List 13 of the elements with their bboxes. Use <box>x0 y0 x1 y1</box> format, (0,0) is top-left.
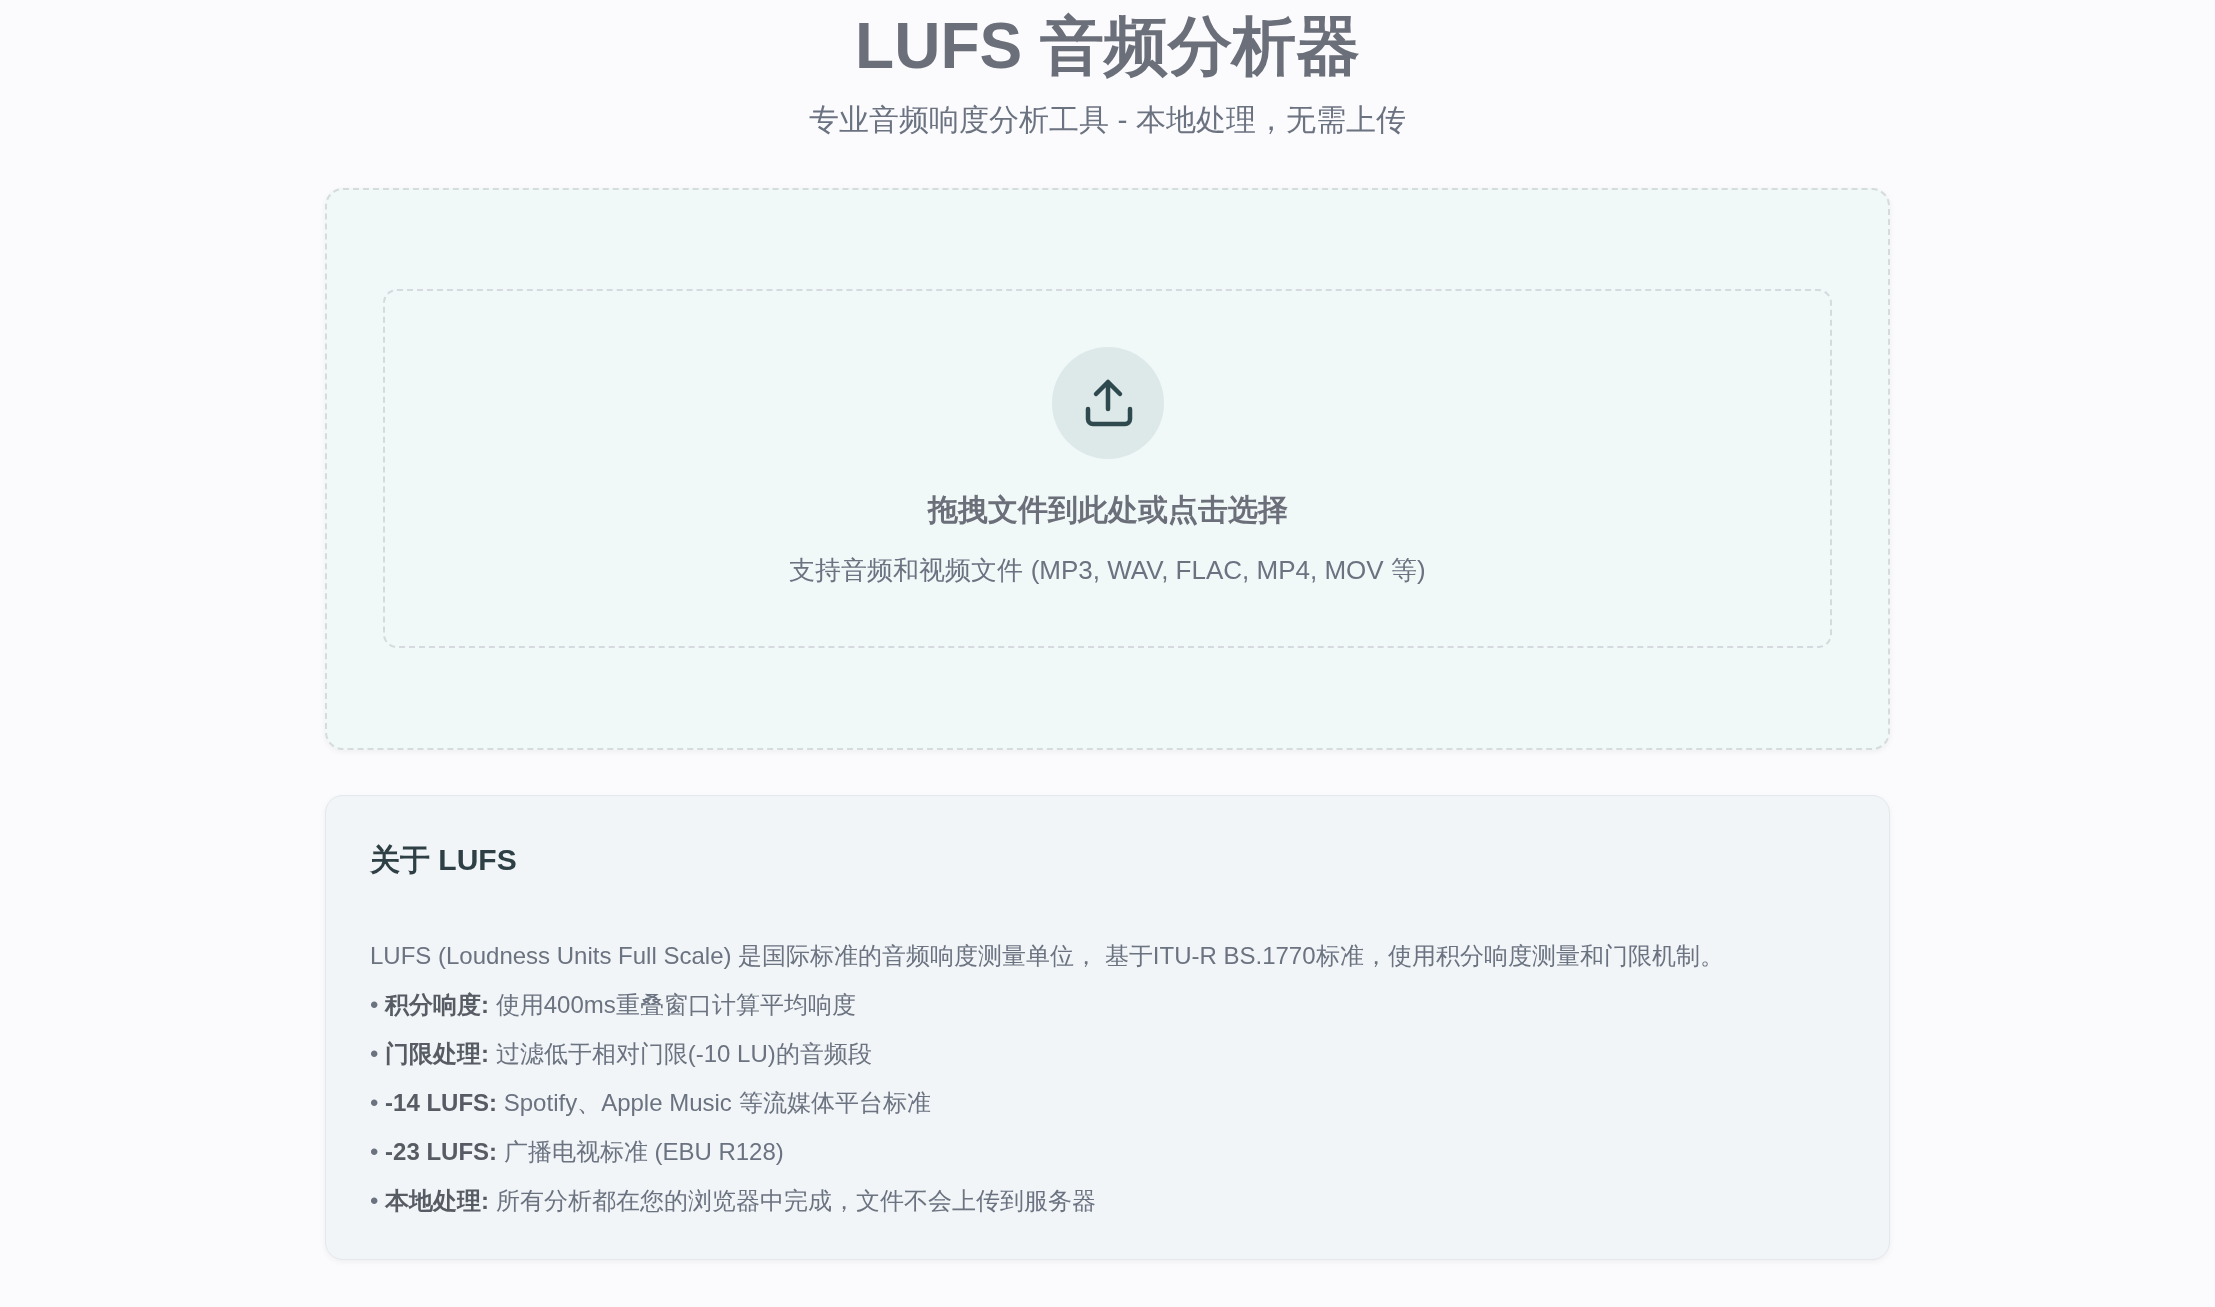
bullet-point: • -23 LUFS: 广播电视标准 (EBU R128) <box>370 1137 785 1167</box>
bullet-point: • -14 LUFS: Spotify、Apple Music 等流媒体平台标准 <box>370 1088 932 1118</box>
drop-prompt: 拖拽文件到此处或点击选择 <box>927 492 1288 528</box>
about-intro: LUFS (Loudness Units Full Scale) 是国际标准的音频响度测量单位， 基于ITU-R BS.1770标准，使用积分响度测量和门限机制。 <box>370 941 1725 971</box>
bullet-point: • 门限处理: 过滤低于相对门限(-10 LU)的音频段 <box>370 1039 873 1069</box>
about-title: 关于 LUFS <box>370 842 518 878</box>
page-title: LUFS 音频分析器 <box>855 9 1360 84</box>
format-hint: 支持音频和视频文件 (MP3, WAV, FLAC, MP4, MOV 等) <box>789 554 1426 587</box>
bullet-point: • 积分响度: 使用400ms重叠窗口计算平均响度 <box>370 990 857 1020</box>
upload-icon <box>1051 347 1164 459</box>
page-subtitle: 专业音频响度分析工具 - 本地处理，无需上传 <box>809 102 1406 138</box>
bullet-point: • 本地处理: 所有分析都在您的浏览器中完成，文件不会上传到服务器 <box>370 1186 1097 1216</box>
drop-zone[interactable]: 拖拽文件到此处或点击选择 支持音频和视频文件 (MP3, WAV, FLAC, MP4, MOV 等) <box>383 289 1832 648</box>
